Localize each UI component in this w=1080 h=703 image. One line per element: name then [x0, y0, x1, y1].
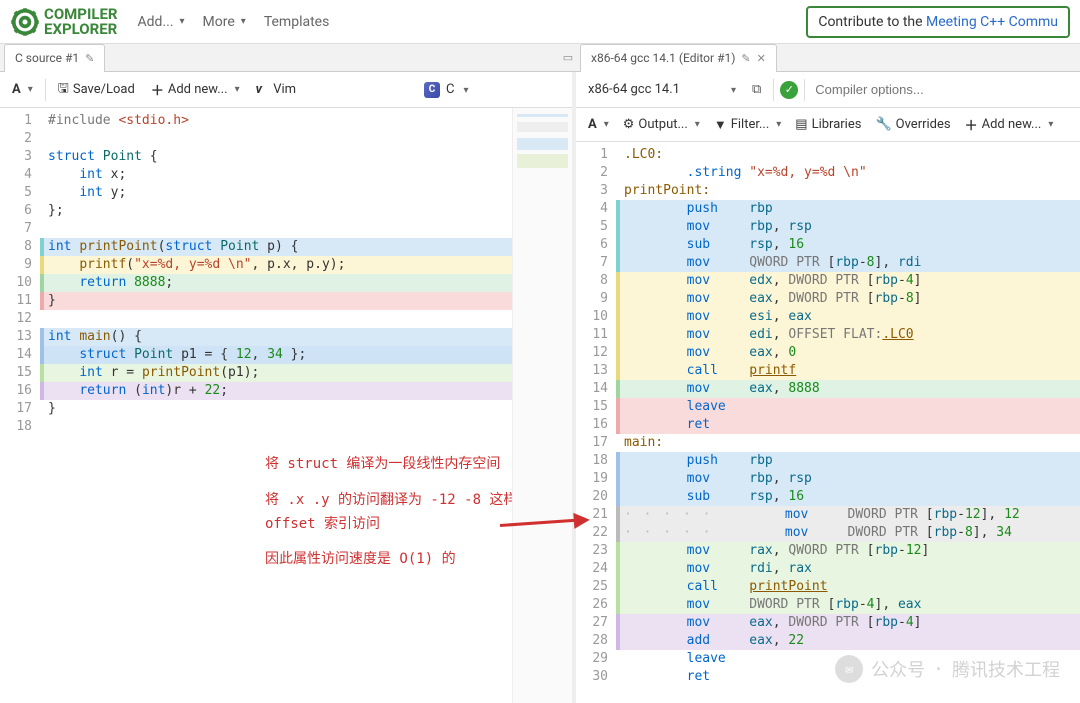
code-line[interactable]: [40, 220, 512, 238]
source-toolbar: A 🖫Save/Load ＋Add new... ν Vim CC: [0, 72, 572, 108]
save-load-button[interactable]: 🖫Save/Load: [52, 75, 141, 105]
code-line[interactable]: struct Point p1 = { 12, 34 };: [40, 346, 512, 364]
contribute-link[interactable]: Meeting C++ Commu: [926, 14, 1058, 30]
code-line[interactable]: mov DWORD PTR [rbp-4], eax: [616, 596, 1080, 614]
close-icon[interactable]: ✕: [757, 52, 766, 65]
code-line[interactable]: .LC0:: [616, 146, 1080, 164]
code-line[interactable]: push rbp: [616, 200, 1080, 218]
code-line[interactable]: }: [40, 400, 512, 418]
brand-line2: EXPLORER: [44, 20, 117, 38]
annotation-1: 将 struct 编译为一段线性内存空间: [265, 453, 545, 477]
menu-templates[interactable]: Templates: [264, 14, 330, 30]
code-line[interactable]: mov rbp, rsp: [616, 218, 1080, 236]
code-line[interactable]: mov rdi, rax: [616, 560, 1080, 578]
font-button[interactable]: A: [582, 113, 615, 136]
top-menu: Add... More Templates: [138, 14, 330, 30]
code-line[interactable]: printf("x=%d, y=%d \n", p.x, p.y);: [40, 256, 512, 274]
asm-subtoolbar: A ⚙Output... ▼Filter... ▤Libraries 🔧Over…: [576, 108, 1080, 142]
menu-add[interactable]: Add...: [138, 14, 185, 30]
add-new-button[interactable]: ＋Add new...: [145, 76, 246, 103]
funnel-icon: ▼: [714, 117, 727, 133]
code-line[interactable]: return (int)r + 22;: [40, 382, 512, 400]
code-line[interactable]: · · · · · mov DWORD PTR [rbp-8], 34: [616, 524, 1080, 542]
code-line[interactable]: [40, 130, 512, 148]
compiler-options-input[interactable]: [811, 78, 1074, 101]
code-line[interactable]: #include <stdio.h>: [40, 112, 512, 130]
code-line[interactable]: }: [40, 292, 512, 310]
contribute-banner[interactable]: Contribute to the Meeting C++ Commu: [806, 6, 1070, 38]
code-line[interactable]: int r = printPoint(p1);: [40, 364, 512, 382]
code-line[interactable]: leave: [616, 398, 1080, 416]
annotation-2a: 将 .x .y 的访问翻译为 -12 -8 这样的: [265, 489, 545, 513]
gear-icon: [10, 7, 40, 37]
code-line[interactable]: int main() {: [40, 328, 512, 346]
tabs-row: C source #1 ✎ ▭ x86-64 gcc 14.1 (Editor …: [0, 44, 1080, 72]
code-line[interactable]: call printPoint: [616, 578, 1080, 596]
code-line[interactable]: mov eax, DWORD PTR [rbp-8]: [616, 290, 1080, 308]
code-line[interactable]: mov rbp, rsp: [616, 470, 1080, 488]
pencil-icon[interactable]: ✎: [741, 52, 750, 65]
maximize-icon[interactable]: ▭: [560, 51, 576, 64]
asm-editor[interactable]: 1234567891011121314151617181920212223242…: [576, 142, 1080, 703]
language-select[interactable]: CC: [416, 78, 566, 102]
code-line[interactable]: [40, 310, 512, 328]
code-line[interactable]: mov eax, DWORD PTR [rbp-4]: [616, 614, 1080, 632]
annotation-3: 因此属性访问速度是 O(1) 的: [265, 548, 545, 572]
asm-panel: x86-64 gcc 14.1 ⧉ ✓ A ⚙Output... ▼Filter…: [576, 72, 1080, 703]
c-lang-icon: C: [424, 82, 440, 98]
menu-more[interactable]: More: [203, 14, 246, 30]
vim-button[interactable]: ν Vim: [250, 78, 302, 101]
tab-source[interactable]: C source #1 ✎: [4, 44, 105, 72]
wrench-icon: 🔧: [875, 117, 891, 132]
libraries-button[interactable]: ▤Libraries: [789, 113, 867, 136]
code-line[interactable]: main:: [616, 434, 1080, 452]
code-line[interactable]: mov edi, OFFSET FLAT:.LC0: [616, 326, 1080, 344]
code-line[interactable]: sub rsp, 16: [616, 236, 1080, 254]
code-line[interactable]: mov esi, eax: [616, 308, 1080, 326]
code-line[interactable]: int y;: [40, 184, 512, 202]
code-line[interactable]: mov eax, 0: [616, 344, 1080, 362]
source-panel: A 🖫Save/Load ＋Add new... ν Vim CC 123456…: [0, 72, 576, 703]
tab-asm[interactable]: x86-64 gcc 14.1 (Editor #1) ✎ ✕: [580, 44, 777, 72]
gear-icon: ⚙: [623, 117, 635, 132]
annotation-arrow: [500, 524, 576, 527]
code-line[interactable]: push rbp: [616, 452, 1080, 470]
source-editor[interactable]: 123456789101112131415161718 将 struct 编译为…: [0, 108, 572, 703]
code-line[interactable]: };: [40, 202, 512, 220]
top-bar: COMPILEREXPLORER Add... More Templates C…: [0, 0, 1080, 44]
code-line[interactable]: struct Point {: [40, 148, 512, 166]
code-line[interactable]: [40, 418, 512, 436]
asm-toolbar: x86-64 gcc 14.1 ⧉ ✓: [576, 72, 1080, 108]
code-line[interactable]: · · · · · mov DWORD PTR [rbp-12], 12: [616, 506, 1080, 524]
code-line[interactable]: int printPoint(struct Point p) {: [40, 238, 512, 256]
font-button[interactable]: A: [6, 78, 39, 101]
logo[interactable]: COMPILEREXPLORER: [10, 7, 118, 37]
code-line[interactable]: add eax, 22: [616, 632, 1080, 650]
watermark: ✉ 公众号 · 腾讯技术工程: [835, 655, 1060, 683]
filter-button[interactable]: ▼Filter...: [708, 113, 787, 137]
code-line[interactable]: call printf: [616, 362, 1080, 380]
book-icon: ▤: [795, 117, 807, 132]
code-line[interactable]: ret: [616, 416, 1080, 434]
code-line[interactable]: .string "x=%d, y=%d \n": [616, 164, 1080, 182]
popout-icon[interactable]: ⧉: [746, 78, 767, 101]
pencil-icon[interactable]: ✎: [85, 52, 94, 65]
code-line[interactable]: sub rsp, 16: [616, 488, 1080, 506]
code-line[interactable]: mov eax, 8888: [616, 380, 1080, 398]
output-button[interactable]: ⚙Output...: [617, 113, 706, 136]
save-icon: 🖫: [58, 79, 69, 101]
minimap[interactable]: [512, 108, 572, 703]
code-line[interactable]: mov rax, QWORD PTR [rbp-12]: [616, 542, 1080, 560]
wechat-icon: ✉: [835, 655, 863, 683]
overrides-button[interactable]: 🔧Overrides: [869, 113, 956, 136]
compiler-select[interactable]: x86-64 gcc 14.1: [582, 78, 742, 101]
code-line[interactable]: mov edx, DWORD PTR [rbp-4]: [616, 272, 1080, 290]
code-line[interactable]: int x;: [40, 166, 512, 184]
code-line[interactable]: return 8888;: [40, 274, 512, 292]
status-ok-icon: ✓: [780, 81, 798, 99]
code-line[interactable]: printPoint:: [616, 182, 1080, 200]
code-line[interactable]: mov QWORD PTR [rbp-8], rdi: [616, 254, 1080, 272]
add-new-button[interactable]: ＋Add new...: [959, 111, 1060, 138]
